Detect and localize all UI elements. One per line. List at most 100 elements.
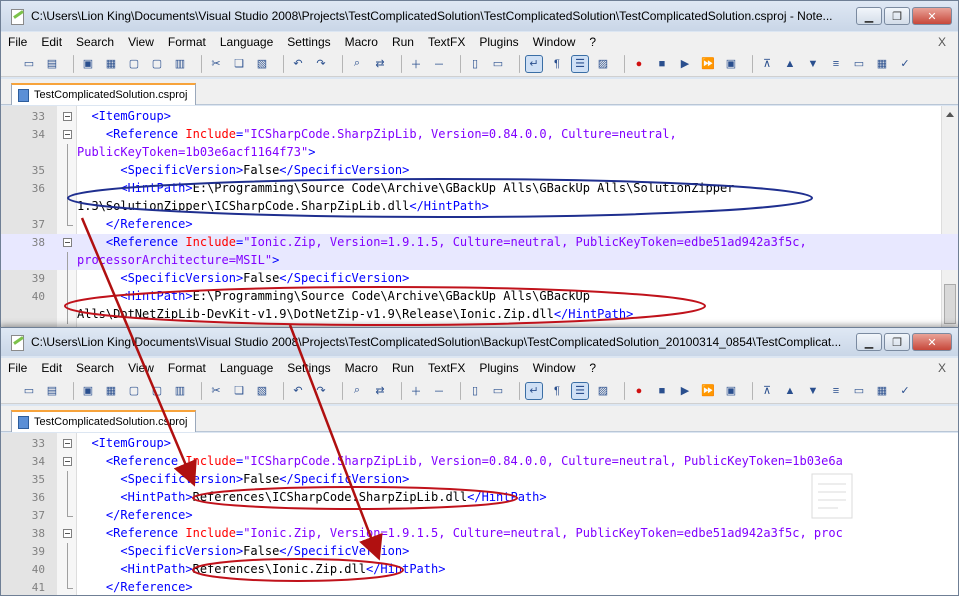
restore-button[interactable]: ❐ [884, 7, 910, 25]
menu-format[interactable]: Format [161, 361, 213, 375]
new-icon[interactable]: ▭ [21, 56, 37, 72]
menu-run[interactable]: Run [385, 35, 421, 49]
restore-button[interactable]: ❐ [884, 333, 910, 351]
title-bar[interactable]: C:\Users\Lion King\Documents\Visual Stud… [1, 1, 958, 31]
close-window-button[interactable]: ✕ [912, 7, 952, 25]
record-icon[interactable]: ● [631, 56, 647, 72]
menu-plugins[interactable]: Plugins [472, 35, 525, 49]
copy-icon[interactable]: ❏ [231, 56, 247, 72]
fold-toggle-icon[interactable] [63, 130, 72, 139]
spellcheck-icon[interactable]: ✓ [897, 383, 913, 399]
menu-search[interactable]: Search [69, 35, 121, 49]
console-icon[interactable]: ▭ [851, 383, 867, 399]
replace-icon[interactable]: ⇄ [372, 56, 388, 72]
close-icon[interactable]: ▢ [126, 383, 142, 399]
close-document-button[interactable]: X [938, 35, 946, 49]
find-icon[interactable]: ⌕ [349, 56, 365, 72]
print-icon[interactable]: ▥ [172, 56, 188, 72]
menu-format[interactable]: Format [161, 35, 213, 49]
close-document-button[interactable]: X [938, 361, 946, 375]
fold-toggle-icon[interactable] [63, 238, 72, 247]
replace-icon[interactable]: ⇄ [372, 383, 388, 399]
show-all-chars-icon[interactable]: ¶ [549, 383, 565, 399]
menu-edit[interactable]: Edit [34, 361, 69, 375]
menu-file[interactable]: File [1, 35, 34, 49]
sync-v-icon[interactable]: ▯ [467, 56, 483, 72]
new-icon[interactable]: ▭ [21, 383, 37, 399]
stop-icon[interactable]: ■ [654, 56, 670, 72]
save-macro-icon[interactable]: ▣ [723, 56, 739, 72]
menu-plugins[interactable]: Plugins [472, 361, 525, 375]
minimize-button[interactable]: ▁ [856, 333, 882, 351]
zoom-in-icon[interactable]: ＋ [408, 383, 424, 399]
menu-help[interactable]: ? [582, 35, 603, 49]
menu-edit[interactable]: Edit [34, 35, 69, 49]
print-icon[interactable]: ▥ [172, 383, 188, 399]
sync-h-icon[interactable]: ▭ [490, 56, 506, 72]
unfold-icon[interactable]: ≡ [828, 383, 844, 399]
menu-macro[interactable]: Macro [338, 35, 385, 49]
fold-toggle-icon[interactable] [63, 439, 72, 448]
tab-file[interactable]: TestComplicatedSolution.csproj [11, 83, 197, 105]
wrap-icon[interactable]: ↵ [525, 54, 543, 73]
menu-window[interactable]: Window [526, 35, 583, 49]
title-bar[interactable]: C:\Users\Lion King\Documents\Visual Stud… [1, 328, 958, 356]
console-icon[interactable]: ▭ [851, 56, 867, 72]
unfold-icon[interactable]: ≡ [828, 56, 844, 72]
wrap-icon[interactable]: ↵ [525, 381, 543, 400]
paste-icon[interactable]: ▧ [254, 383, 270, 399]
fold-toggle-icon[interactable] [63, 112, 72, 121]
menu-help[interactable]: ? [582, 361, 603, 375]
minimize-button[interactable]: ▁ [856, 7, 882, 25]
open-icon[interactable]: ▤ [44, 383, 60, 399]
copy-icon[interactable]: ❏ [231, 383, 247, 399]
close-all-icon[interactable]: ▢ [149, 383, 165, 399]
menu-window[interactable]: Window [526, 361, 583, 375]
zoom-out-icon[interactable]: － [431, 383, 447, 399]
close-icon[interactable]: ▢ [126, 56, 142, 72]
menu-file[interactable]: File [1, 361, 34, 375]
indent-guide-icon[interactable]: ☰ [571, 381, 589, 400]
user-lang-icon[interactable]: ▨ [595, 56, 611, 72]
spellcheck-icon[interactable]: ✓ [897, 56, 913, 72]
down-icon[interactable]: ▼ [805, 383, 821, 399]
menu-run[interactable]: Run [385, 361, 421, 375]
save-all-icon[interactable]: ▦ [103, 383, 119, 399]
close-window-button[interactable]: ✕ [912, 333, 952, 351]
menu-view[interactable]: View [121, 361, 161, 375]
up-icon[interactable]: ▲ [782, 383, 798, 399]
play-icon[interactable]: ▶ [677, 56, 693, 72]
fold-toggle-icon[interactable] [63, 457, 72, 466]
play-multi-icon[interactable]: ⏩ [700, 56, 716, 72]
tab-file[interactable]: TestComplicatedSolution.csproj [11, 410, 197, 432]
down-icon[interactable]: ▼ [805, 56, 821, 72]
cut-icon[interactable]: ✂ [208, 56, 224, 72]
fold-toggle-icon[interactable] [63, 529, 72, 538]
menu-textfx[interactable]: TextFX [421, 361, 472, 375]
save-icon[interactable]: ▣ [80, 383, 96, 399]
zoom-out-icon[interactable]: － [431, 56, 447, 72]
doc-map-icon[interactable]: ▦ [874, 383, 890, 399]
play-multi-icon[interactable]: ⏩ [700, 383, 716, 399]
save-macro-icon[interactable]: ▣ [723, 383, 739, 399]
menu-view[interactable]: View [121, 35, 161, 49]
sync-v-icon[interactable]: ▯ [467, 383, 483, 399]
save-all-icon[interactable]: ▦ [103, 56, 119, 72]
indent-guide-icon[interactable]: ☰ [571, 54, 589, 73]
user-lang-icon[interactable]: ▨ [595, 383, 611, 399]
undo-icon[interactable]: ↶ [290, 56, 306, 72]
collapse-icon[interactable]: ⊼ [759, 383, 775, 399]
find-icon[interactable]: ⌕ [349, 383, 365, 399]
doc-map-icon[interactable]: ▦ [874, 56, 890, 72]
close-all-icon[interactable]: ▢ [149, 56, 165, 72]
zoom-in-icon[interactable]: ＋ [408, 56, 424, 72]
stop-icon[interactable]: ■ [654, 383, 670, 399]
redo-icon[interactable]: ↷ [313, 383, 329, 399]
menu-macro[interactable]: Macro [338, 361, 385, 375]
menu-language[interactable]: Language [213, 361, 280, 375]
up-icon[interactable]: ▲ [782, 56, 798, 72]
menu-search[interactable]: Search [69, 361, 121, 375]
menu-textfx[interactable]: TextFX [421, 35, 472, 49]
paste-icon[interactable]: ▧ [254, 56, 270, 72]
editor[interactable]: 33 <ItemGroup> 34 <Reference Include="ICS… [1, 106, 958, 329]
